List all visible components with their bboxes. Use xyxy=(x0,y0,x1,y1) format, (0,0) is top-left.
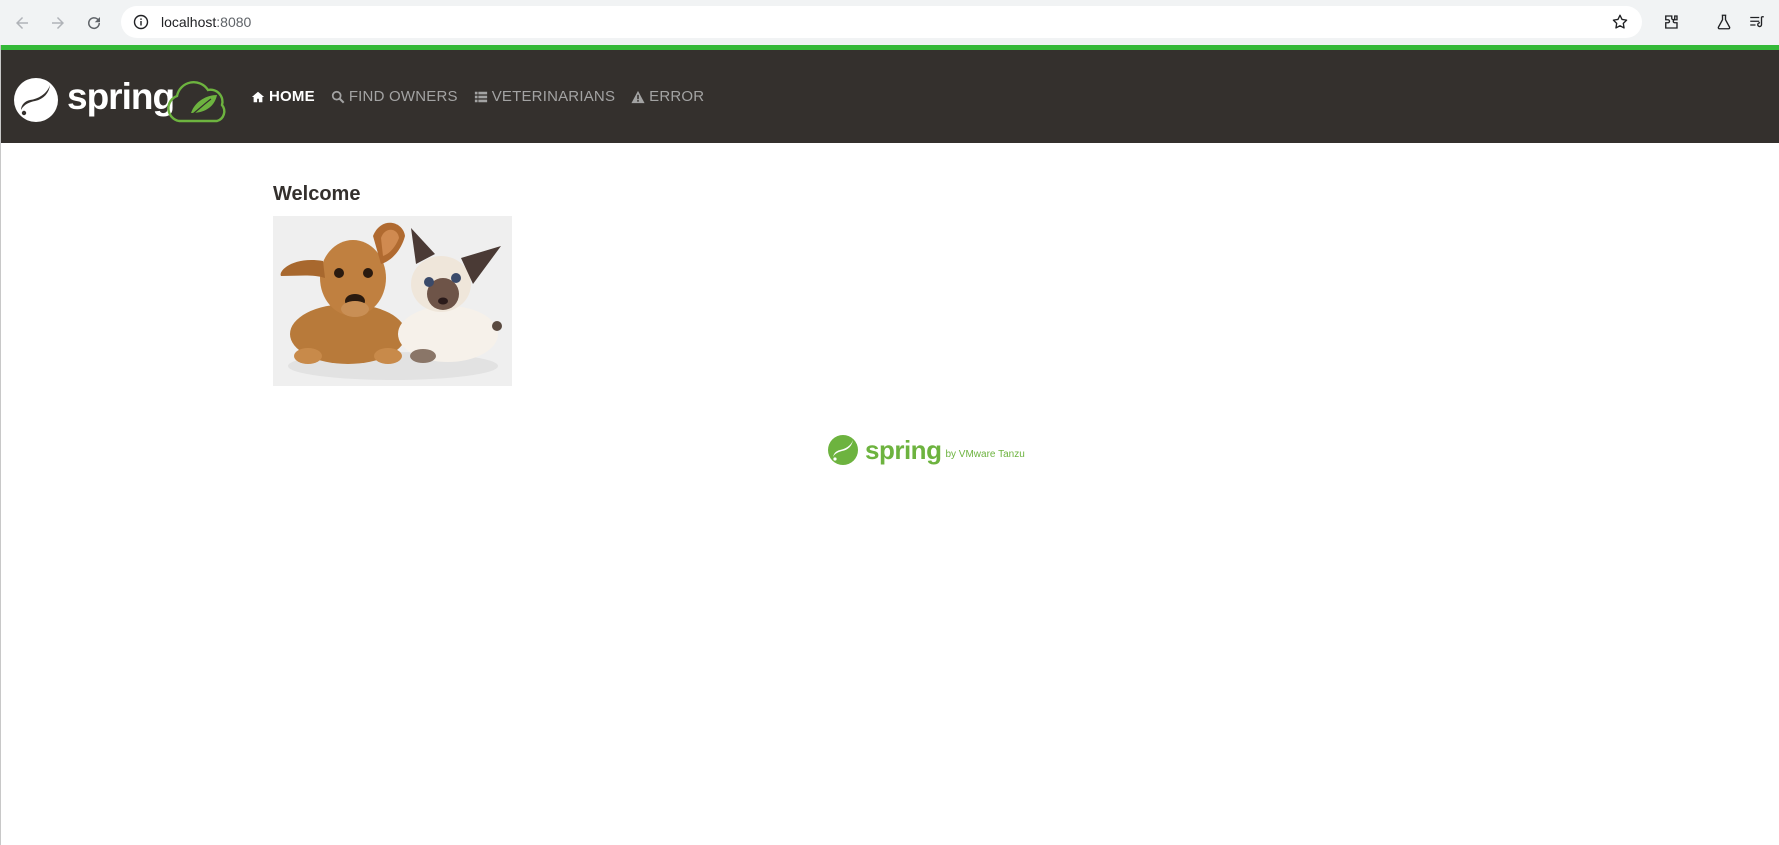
nav-veterinarians-label: VETERINARIANS xyxy=(491,88,616,105)
media-queue-icon[interactable] xyxy=(1744,9,1770,35)
pets-image xyxy=(273,216,512,386)
main-content: Welcome xyxy=(273,180,512,386)
nav-find-owners[interactable]: FIND OWNERS xyxy=(331,88,458,105)
arrow-left-icon xyxy=(16,16,28,29)
spring-leaf-icon xyxy=(828,435,858,465)
address-bar[interactable]: localhost:8080 xyxy=(121,6,1642,38)
nav-find-owners-label: FIND OWNERS xyxy=(348,88,458,105)
navbar: spring HOME FIND OWNERS VETERINARIANS ER… xyxy=(1,50,1779,143)
forward-button[interactable] xyxy=(40,5,76,41)
nav-home[interactable]: HOME xyxy=(251,88,315,105)
browser-toolbar: localhost:8080 xyxy=(0,0,1779,45)
extensions-icon[interactable] xyxy=(1658,9,1684,35)
url-host: localhost xyxy=(161,14,217,30)
nav-error[interactable]: ERROR xyxy=(631,88,704,105)
footer-spring-word: spring xyxy=(865,434,942,465)
svg-text:spring: spring xyxy=(67,76,174,117)
search-icon xyxy=(331,90,345,104)
reload-button[interactable] xyxy=(76,5,112,41)
spring-petclinic-logo[interactable]: spring xyxy=(13,75,243,125)
info-icon[interactable] xyxy=(133,14,149,30)
window-left-border xyxy=(0,45,1,845)
home-icon xyxy=(251,90,265,104)
footer-spring-logo: spring by VMware Tanzu xyxy=(827,432,1037,468)
page-title: Welcome xyxy=(273,183,361,205)
nav-home-label: HOME xyxy=(269,88,315,105)
bookmark-star-icon[interactable] xyxy=(1608,10,1632,34)
warning-icon xyxy=(631,90,645,104)
arrow-right-icon xyxy=(52,16,64,29)
nav-veterinarians[interactable]: VETERINARIANS xyxy=(474,88,615,105)
url-port: :8080 xyxy=(216,14,252,30)
back-button[interactable] xyxy=(4,5,40,41)
nav-menu: HOME FIND OWNERS VETERINARIANS ERROR xyxy=(251,50,720,143)
reload-icon xyxy=(88,16,101,29)
list-icon xyxy=(474,90,488,104)
footer-byline: by VMware Tanzu xyxy=(945,449,1025,460)
nav-error-label: ERROR xyxy=(649,88,705,105)
flask-icon[interactable] xyxy=(1711,9,1737,35)
